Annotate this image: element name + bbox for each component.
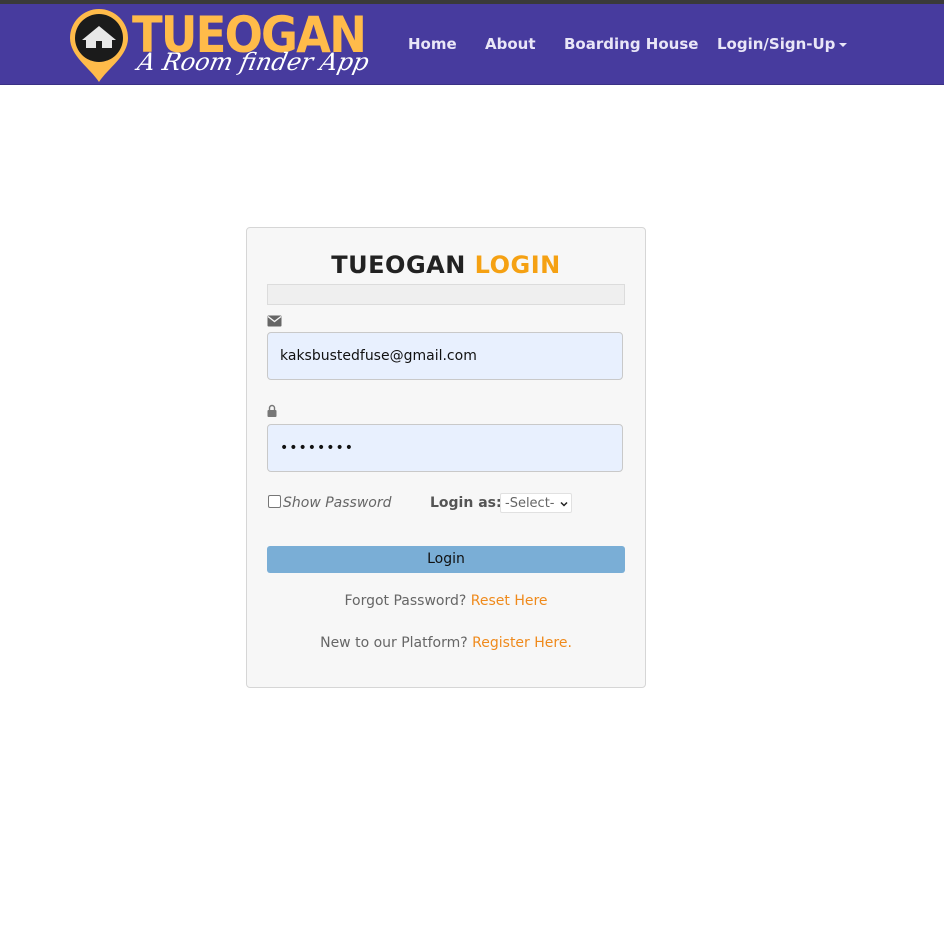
location-pin-logo-icon xyxy=(70,9,128,83)
logo[interactable]: TUEOGAN A Room finder App xyxy=(68,6,372,84)
envelope-icon xyxy=(267,315,282,327)
nav-login-signup-wrap: Login/Sign-Up xyxy=(717,4,848,84)
login-card: TUEOGAN LOGIN Show Password Login as: -S… xyxy=(246,227,646,688)
chevron-down-icon xyxy=(560,501,568,507)
new-to-platform-text: New to our Platform? xyxy=(320,635,468,651)
show-password-checkbox[interactable] xyxy=(268,495,281,508)
reset-password-link[interactable]: Reset Here xyxy=(471,593,548,609)
nav-about-wrap: About xyxy=(485,4,536,84)
login-as-label: Login as: xyxy=(430,495,502,511)
login-as-select-value: -Select- xyxy=(505,496,555,511)
nav-boarding-house-wrap: Boarding House xyxy=(564,4,698,84)
nav-boarding-house[interactable]: Boarding House xyxy=(564,4,698,84)
login-options-row: Show Password Login as: -Select- xyxy=(267,492,623,514)
nav-about[interactable]: About xyxy=(485,4,536,84)
logo-tagline: A Room finder App xyxy=(135,48,372,76)
login-title-word: LOGIN xyxy=(474,251,561,279)
register-line: New to our Platform? Register Here. xyxy=(247,633,645,653)
login-as-select[interactable]: -Select- xyxy=(500,493,572,513)
lock-icon xyxy=(267,404,277,417)
message-box xyxy=(267,284,625,305)
nav-login-signup-label: Login/Sign-Up xyxy=(717,35,836,53)
navbar: TUEOGAN A Room finder App Home About Boa… xyxy=(0,4,944,85)
password-field[interactable] xyxy=(267,424,623,472)
login-button[interactable]: Login xyxy=(267,546,625,573)
register-link[interactable]: Register Here. xyxy=(472,635,572,651)
login-title-brand: TUEOGAN xyxy=(331,251,466,279)
login-title: TUEOGAN LOGIN xyxy=(247,250,645,280)
nav-login-signup[interactable]: Login/Sign-Up xyxy=(717,4,848,84)
caret-down-icon xyxy=(839,42,848,47)
show-password-label[interactable]: Show Password xyxy=(283,492,392,514)
nav-home[interactable]: Home xyxy=(408,4,457,84)
nav-home-wrap: Home xyxy=(408,4,457,84)
forgot-password-text: Forgot Password? xyxy=(344,593,467,609)
forgot-password-line: Forgot Password? Reset Here xyxy=(247,591,645,611)
email-field[interactable] xyxy=(267,332,623,380)
